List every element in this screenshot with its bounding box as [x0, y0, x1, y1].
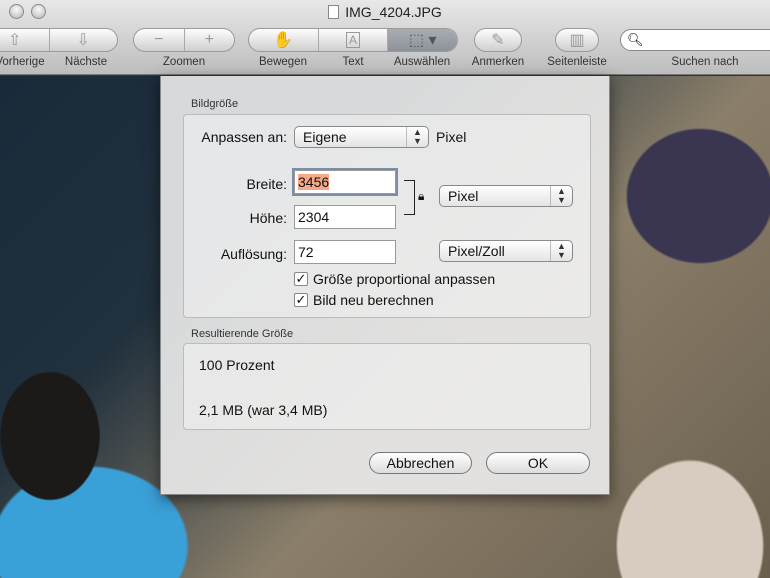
- selection-icon: ⬚ ▾: [408, 32, 437, 49]
- result-group-title: Resultierende Größe: [191, 328, 294, 340]
- stepper-icon: ▲ ▼: [550, 186, 572, 206]
- lock-icon[interactable]: 🔒︎: [418, 189, 424, 204]
- stepper-icon: ▲ ▼: [550, 241, 572, 261]
- zoom-out-button[interactable]: −: [134, 29, 185, 51]
- select-tool-button[interactable]: ⬚ ▾: [388, 29, 457, 51]
- pencil-icon: ✎: [491, 32, 505, 49]
- stepper-icon: ▲ ▼: [406, 127, 428, 147]
- next-button[interactable]: ⇩: [50, 29, 118, 51]
- width-field[interactable]: 3456: [294, 170, 396, 194]
- arrow-down-icon: ⇩: [76, 32, 90, 49]
- plus-icon: +: [204, 31, 214, 48]
- arrow-up-icon: ⇧: [8, 32, 22, 49]
- size-group-title: Bildgröße: [191, 98, 239, 110]
- search-icon: 🔍︎: [627, 32, 644, 47]
- image-size-dialog: Bildgröße Anpassen an: Eigene ▲ ▼ Pixel Br…: [160, 76, 610, 495]
- zoom-in-button[interactable]: +: [185, 29, 235, 51]
- toolbar: IMG_4204.JPG ⇧ ⇩ Vorherige Nächste − + Z…: [0, 0, 770, 75]
- annotate-button[interactable]: ✎: [474, 28, 522, 52]
- fit-select[interactable]: Eigene ▲ ▼: [294, 126, 429, 148]
- prev-button[interactable]: ⇧: [0, 29, 50, 51]
- proportional-checkbox[interactable]: ✓: [294, 272, 308, 286]
- window-title: IMG_4204.JPG: [0, 4, 770, 20]
- sidebar-icon: ▥: [569, 32, 585, 49]
- hand-icon: ✋: [273, 32, 294, 49]
- text-tool-button[interactable]: A: [319, 29, 389, 51]
- minus-icon: −: [154, 31, 164, 48]
- text-icon: A: [346, 32, 361, 48]
- search-input[interactable]: 🔍︎: [620, 29, 770, 51]
- ok-button[interactable]: OK: [486, 452, 590, 474]
- height-field[interactable]: 2304: [294, 205, 396, 229]
- resolution-field[interactable]: 72: [294, 240, 396, 264]
- sidebar-button[interactable]: ▥: [555, 28, 599, 52]
- cancel-button[interactable]: Abbrechen: [369, 452, 472, 474]
- link-bracket: [404, 180, 415, 215]
- size-unit-select[interactable]: Pixel ▲ ▼: [439, 185, 573, 207]
- resample-checkbox[interactable]: ✓: [294, 293, 308, 307]
- resolution-unit-select[interactable]: Pixel/Zoll ▲ ▼: [439, 240, 573, 262]
- document-icon: [328, 5, 340, 19]
- move-tool-button[interactable]: ✋: [249, 29, 319, 51]
